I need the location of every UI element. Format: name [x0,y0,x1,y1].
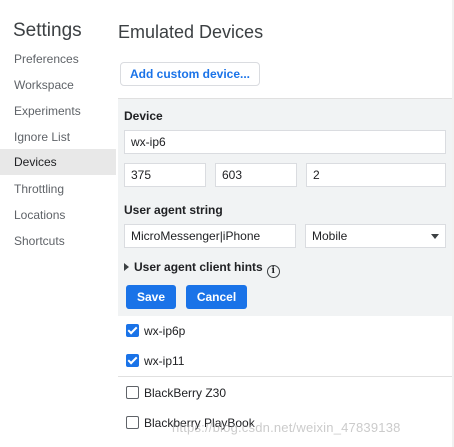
user-agent-type-select[interactable]: Mobile [305,224,446,248]
sidebar-item-throttling[interactable]: Throttling [0,176,116,202]
device-name-input[interactable]: wx-ip6 [124,130,446,154]
sidebar-item-experiments[interactable]: Experiments [0,98,116,124]
settings-sidebar: Settings Preferences Workspace Experimen… [0,0,116,447]
add-custom-device-button[interactable]: Add custom device... [120,62,260,86]
chevron-down-icon [431,234,439,239]
device-checkbox[interactable] [126,386,139,399]
page-title: Emulated Devices [118,22,264,42]
device-checkbox[interactable] [126,354,139,367]
user-agent-type-value: Mobile [312,229,348,243]
save-button[interactable]: Save [126,285,176,309]
settings-title: Settings [13,20,82,41]
list-divider [118,376,454,377]
devices-panel: Emulated Devices Add custom device... De… [116,0,454,447]
expand-triangle-icon [124,263,129,271]
device-label: Device [124,109,163,123]
device-checkbox[interactable] [126,324,139,337]
device-list-item[interactable]: wx-ip11 [118,346,454,376]
watermark: https://blog.csdn.net/weixin_47839138 [172,420,401,435]
device-name: wx-ip11 [144,354,185,368]
sidebar-item-locations[interactable]: Locations [0,202,116,228]
width-input[interactable]: 375 [124,163,206,187]
user-agent-hints-label: User agent client hints [134,260,263,274]
device-editor: Device wx-ip6 375 603 2 User agent strin… [118,98,454,316]
user-agent-input[interactable]: MicroMessenger|iPhone [124,224,296,248]
sidebar-item-shortcuts[interactable]: Shortcuts [0,228,116,254]
device-name: wx-ip6p [144,324,186,338]
height-input[interactable]: 603 [215,163,297,187]
device-name: BlackBerry Z30 [144,386,227,400]
cancel-button[interactable]: Cancel [186,285,247,309]
user-agent-hints-toggle[interactable]: User agent client hints i [124,259,280,278]
sidebar-item-ignore-list[interactable]: Ignore List [0,124,116,150]
sidebar-item-workspace[interactable]: Workspace [0,72,116,98]
sidebar-item-devices[interactable]: Devices [0,149,116,175]
info-icon[interactable]: i [266,265,280,278]
device-list-item[interactable]: BlackBerry Z30 [118,378,454,408]
device-list-item[interactable]: wx-ip6p [118,316,454,346]
pixel-ratio-input[interactable]: 2 [306,163,446,187]
user-agent-label: User agent string [124,203,223,217]
device-checkbox[interactable] [126,416,139,429]
sidebar-item-preferences[interactable]: Preferences [0,46,116,72]
